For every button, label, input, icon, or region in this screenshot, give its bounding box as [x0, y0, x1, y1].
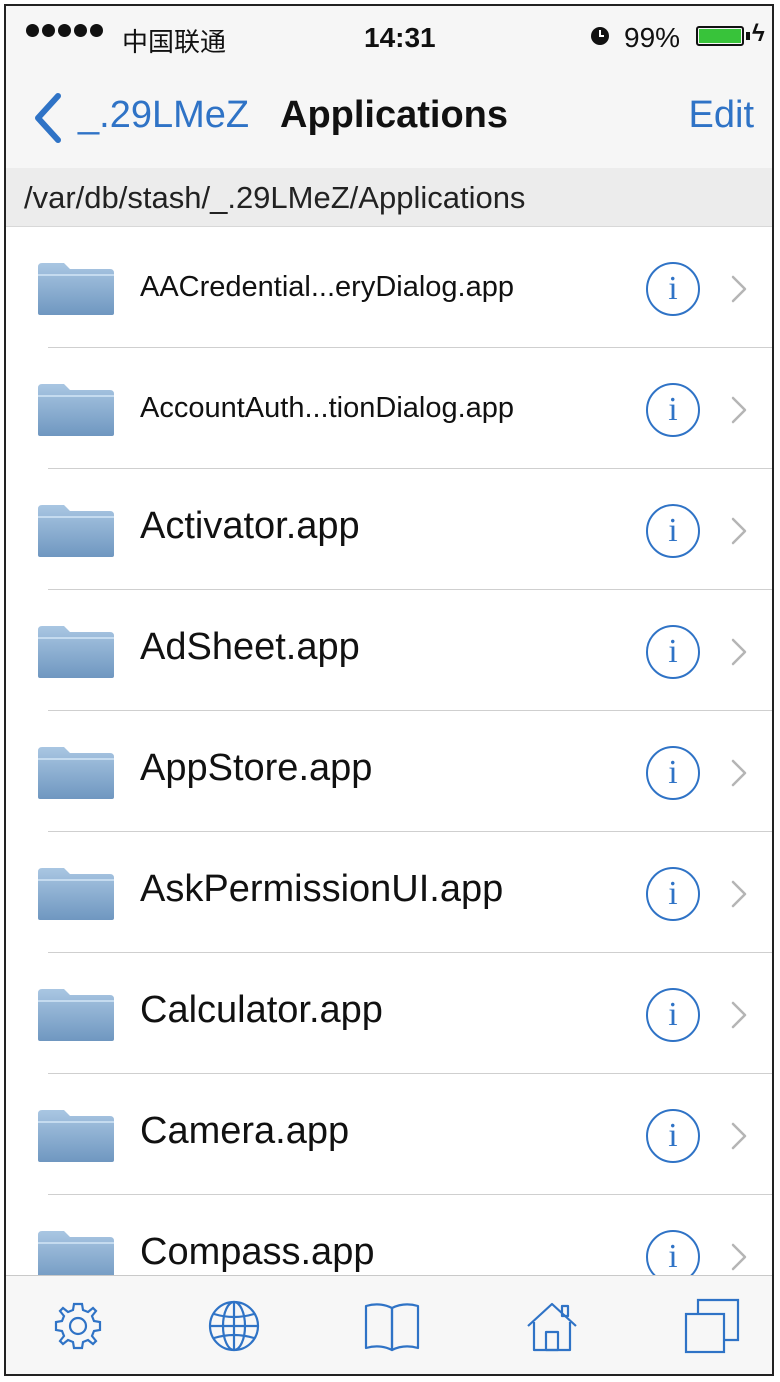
navigation-bar: _.29LMeZ Applications Edit: [6, 68, 772, 168]
chevron-right-icon[interactable]: [730, 758, 748, 788]
back-chevron-icon[interactable]: [30, 90, 66, 146]
folder-icon: [38, 989, 114, 1041]
status-bar: 中国联通 14:31 99% ϟ: [6, 6, 772, 68]
folder-icon: [38, 1110, 114, 1162]
chevron-right-icon[interactable]: [730, 879, 748, 909]
chevron-right-icon[interactable]: [730, 1242, 748, 1272]
info-icon[interactable]: i: [646, 1109, 700, 1163]
list-item[interactable]: Camera.app i: [6, 1074, 772, 1195]
clock: 14:31: [364, 22, 436, 53]
chevron-right-icon[interactable]: [730, 1121, 748, 1151]
file-name: Calculator.app: [140, 989, 383, 1031]
file-name: Camera.app: [140, 1110, 350, 1152]
folder-icon: [38, 747, 114, 799]
chevron-right-icon[interactable]: [730, 274, 748, 304]
list-item[interactable]: AppStore.app i: [6, 711, 772, 832]
info-icon[interactable]: i: [646, 262, 700, 316]
list-item[interactable]: Activator.app i: [6, 469, 772, 590]
edit-button[interactable]: Edit: [689, 94, 754, 137]
info-icon[interactable]: i: [646, 383, 700, 437]
chevron-right-icon[interactable]: [730, 516, 748, 546]
folder-icon: [38, 384, 114, 436]
folder-icon: [38, 626, 114, 678]
file-name: Compass.app: [140, 1231, 375, 1273]
app-window: 中国联通 14:31 99% ϟ _.29LMeZ Applications E…: [4, 4, 774, 1376]
battery-icon: [696, 26, 744, 46]
folder-icon: [38, 868, 114, 920]
chevron-right-icon[interactable]: [730, 1000, 748, 1030]
info-icon[interactable]: i: [646, 988, 700, 1042]
list-item[interactable]: AskPermissionUI.app i: [6, 832, 772, 953]
file-name: AskPermissionUI.app: [140, 868, 504, 910]
back-button[interactable]: _.29LMeZ: [78, 94, 249, 137]
battery-percent: 99%: [624, 22, 681, 53]
file-list: AACredential...eryDialog.app i AccountAuth…: [6, 227, 772, 1316]
folder-icon: [38, 263, 114, 315]
file-name: AACredential...eryDialog.app: [140, 271, 514, 303]
list-item[interactable]: AACredential...eryDialog.app i: [6, 227, 772, 348]
folder-icon: [38, 505, 114, 557]
home-icon[interactable]: [522, 1296, 582, 1356]
file-name: AdSheet.app: [140, 626, 360, 668]
file-name: AccountAuth...tionDialog.app: [140, 392, 515, 424]
info-icon[interactable]: i: [646, 746, 700, 800]
info-icon[interactable]: i: [646, 625, 700, 679]
list-item[interactable]: Calculator.app i: [6, 953, 772, 1074]
windows-icon[interactable]: [682, 1296, 742, 1356]
chevron-right-icon[interactable]: [730, 395, 748, 425]
globe-icon[interactable]: [204, 1296, 264, 1356]
gear-icon[interactable]: [48, 1296, 108, 1356]
file-name: Activator.app: [140, 505, 360, 547]
charging-bolt-icon: ϟ: [752, 20, 765, 47]
path-bar: /var/db/stash/_.29LMeZ/Applications: [6, 168, 772, 227]
list-item[interactable]: AdSheet.app i: [6, 590, 772, 711]
page-title: Applications: [280, 94, 509, 136]
alarm-icon: [591, 27, 609, 45]
list-item[interactable]: AccountAuth...tionDialog.app i: [6, 348, 772, 469]
file-name: AppStore.app: [140, 747, 373, 789]
info-icon[interactable]: i: [646, 504, 700, 558]
chevron-right-icon[interactable]: [730, 637, 748, 667]
battery-tip: [746, 32, 750, 40]
info-icon[interactable]: i: [646, 867, 700, 921]
carrier-label: 中国联通: [122, 27, 227, 57]
tab-bar: [6, 1275, 772, 1374]
book-icon[interactable]: [362, 1296, 422, 1356]
current-path: /var/db/stash/_.29LMeZ/Applications: [24, 180, 526, 215]
signal-dots-icon: [26, 24, 103, 37]
